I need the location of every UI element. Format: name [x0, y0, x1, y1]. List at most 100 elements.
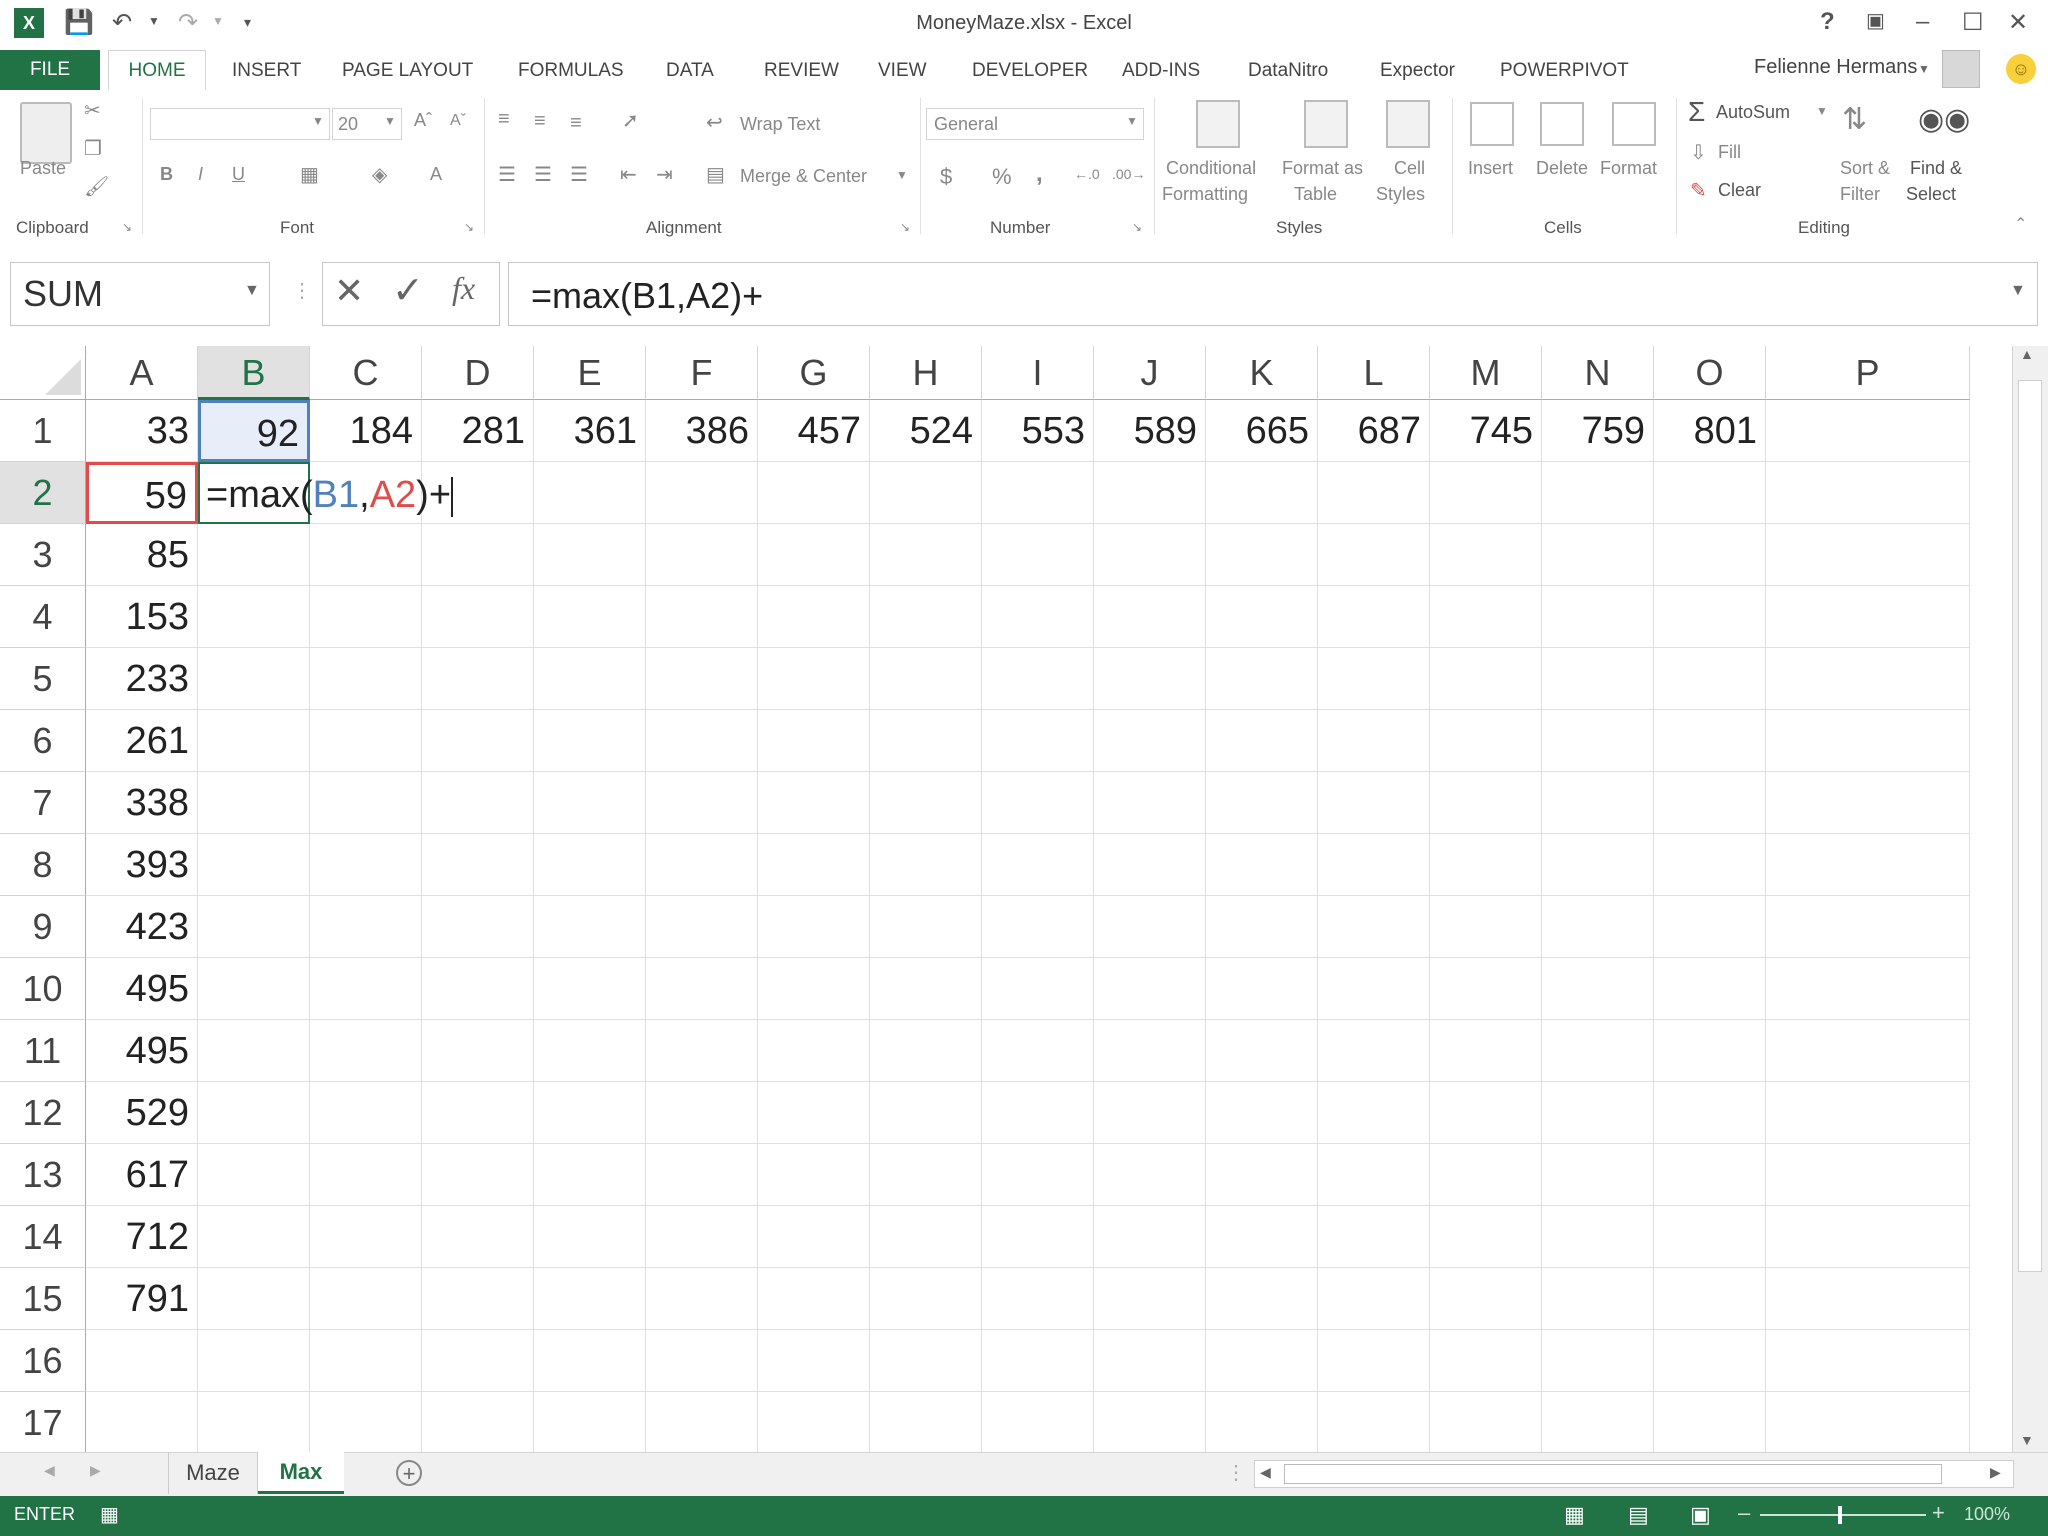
cell-k4[interactable]	[1206, 586, 1318, 648]
cell-i7[interactable]	[982, 772, 1094, 834]
cell-h7[interactable]	[870, 772, 982, 834]
sheet-tab-maze[interactable]: Maze	[168, 1452, 258, 1494]
cell-a12[interactable]: 529	[86, 1082, 198, 1144]
clear-button[interactable]: Clear	[1718, 180, 1761, 201]
cell-c3[interactable]	[310, 524, 422, 586]
cell-o9[interactable]	[1654, 896, 1766, 958]
cell-i12[interactable]	[982, 1082, 1094, 1144]
cell-p13[interactable]	[1766, 1144, 1970, 1206]
cell-o13[interactable]	[1654, 1144, 1766, 1206]
cell-p10[interactable]	[1766, 958, 1970, 1020]
sort-filter-icon[interactable]: ⇅	[1842, 102, 1867, 137]
eraser-icon[interactable]: ✎	[1690, 178, 1707, 203]
cell-d17[interactable]	[422, 1392, 534, 1452]
cell-k17[interactable]	[1206, 1392, 1318, 1452]
cell-a9[interactable]: 423	[86, 896, 198, 958]
splitter-grip-icon[interactable]: ⋮	[1226, 1460, 1246, 1485]
name-box-dropdown-icon[interactable]: ▼	[244, 282, 260, 300]
cell-k1[interactable]: 665	[1206, 400, 1318, 462]
row-header-15[interactable]: 15	[0, 1268, 86, 1330]
cell-i13[interactable]	[982, 1144, 1094, 1206]
minimize-icon[interactable]: –	[1916, 8, 1929, 36]
align-top-icon[interactable]: ≡	[498, 108, 510, 131]
cell-h9[interactable]	[870, 896, 982, 958]
cell-j7[interactable]	[1094, 772, 1206, 834]
cell-k16[interactable]	[1206, 1330, 1318, 1392]
cell-n8[interactable]	[1542, 834, 1654, 896]
hscroll-thumb[interactable]	[1284, 1464, 1942, 1484]
cell-p1[interactable]	[1766, 400, 1970, 462]
conditional-formatting-label-2[interactable]: Formatting	[1162, 184, 1248, 205]
cell-o2[interactable]	[1654, 462, 1766, 524]
align-middle-icon[interactable]: ≡	[534, 110, 546, 133]
cell-l2[interactable]	[1318, 462, 1430, 524]
cell-g16[interactable]	[758, 1330, 870, 1392]
cell-a1[interactable]: 33	[86, 400, 198, 462]
cell-m6[interactable]	[1430, 710, 1542, 772]
format-painter-icon[interactable]: 🖌	[84, 174, 109, 199]
cell-p3[interactable]	[1766, 524, 1970, 586]
cell-g11[interactable]	[758, 1020, 870, 1082]
cell-i16[interactable]	[982, 1330, 1094, 1392]
enter-check-icon[interactable]: ✓	[392, 268, 424, 313]
avatar[interactable]	[1942, 50, 1980, 88]
cell-f1[interactable]: 386	[646, 400, 758, 462]
tab-insert[interactable]: INSERT	[232, 60, 301, 82]
cell-c4[interactable]	[310, 586, 422, 648]
cell-k13[interactable]	[1206, 1144, 1318, 1206]
cell-g1[interactable]: 457	[758, 400, 870, 462]
cell-o4[interactable]	[1654, 586, 1766, 648]
underline-button[interactable]: U	[232, 164, 245, 185]
cell-o14[interactable]	[1654, 1206, 1766, 1268]
cell-c1[interactable]: 184	[310, 400, 422, 462]
cell-h8[interactable]	[870, 834, 982, 896]
vertical-scroll-thumb[interactable]	[2018, 380, 2042, 1272]
cell-n14[interactable]	[1542, 1206, 1654, 1268]
font-name-box[interactable]	[150, 108, 330, 140]
cell-i17[interactable]	[982, 1392, 1094, 1452]
row-header-12[interactable]: 12	[0, 1082, 86, 1144]
cell-d5[interactable]	[422, 648, 534, 710]
cut-icon[interactable]: ✂	[84, 98, 101, 123]
number-launcher-icon[interactable]: ↘	[1132, 220, 1142, 234]
cell-n1[interactable]: 759	[1542, 400, 1654, 462]
decrease-font-icon[interactable]: Aˇ	[450, 112, 466, 130]
cell-e9[interactable]	[534, 896, 646, 958]
cell-m16[interactable]	[1430, 1330, 1542, 1392]
cell-p9[interactable]	[1766, 896, 1970, 958]
cell-i2[interactable]	[982, 462, 1094, 524]
cell-j2[interactable]	[1094, 462, 1206, 524]
cell-i4[interactable]	[982, 586, 1094, 648]
cell-o16[interactable]	[1654, 1330, 1766, 1392]
cell-i10[interactable]	[982, 958, 1094, 1020]
cell-g13[interactable]	[758, 1144, 870, 1206]
column-header-b[interactable]: B	[198, 346, 310, 400]
cell-p2[interactable]	[1766, 462, 1970, 524]
cell-b17[interactable]	[198, 1392, 310, 1452]
cell-e11[interactable]	[534, 1020, 646, 1082]
page-layout-view-icon[interactable]: ▤	[1628, 1502, 1649, 1528]
cell-e14[interactable]	[534, 1206, 646, 1268]
cell-l9[interactable]	[1318, 896, 1430, 958]
cell-l1[interactable]: 687	[1318, 400, 1430, 462]
italic-button[interactable]: I	[198, 164, 203, 185]
cell-c8[interactable]	[310, 834, 422, 896]
comma-button[interactable]: ,	[1036, 160, 1043, 188]
cell-j15[interactable]	[1094, 1268, 1206, 1330]
close-icon[interactable]: ✕	[2008, 8, 2028, 37]
tab-review[interactable]: REVIEW	[764, 60, 839, 82]
increase-decimal-icon[interactable]: ←.0	[1074, 166, 1100, 182]
cell-b4[interactable]	[198, 586, 310, 648]
cell-i8[interactable]	[982, 834, 1094, 896]
tab-view[interactable]: VIEW	[878, 60, 927, 82]
cell-f8[interactable]	[646, 834, 758, 896]
wrap-text-button[interactable]: Wrap Text	[740, 114, 820, 135]
fill-color-icon[interactable]: ◈	[372, 162, 387, 187]
cell-i14[interactable]	[982, 1206, 1094, 1268]
cell-a17[interactable]	[86, 1392, 198, 1452]
cell-d13[interactable]	[422, 1144, 534, 1206]
cell-b9[interactable]	[198, 896, 310, 958]
hscroll-right-icon[interactable]: ▶	[1990, 1464, 2001, 1481]
font-launcher-icon[interactable]: ↘	[464, 220, 474, 234]
format-as-table-label-2[interactable]: Table	[1294, 184, 1337, 205]
